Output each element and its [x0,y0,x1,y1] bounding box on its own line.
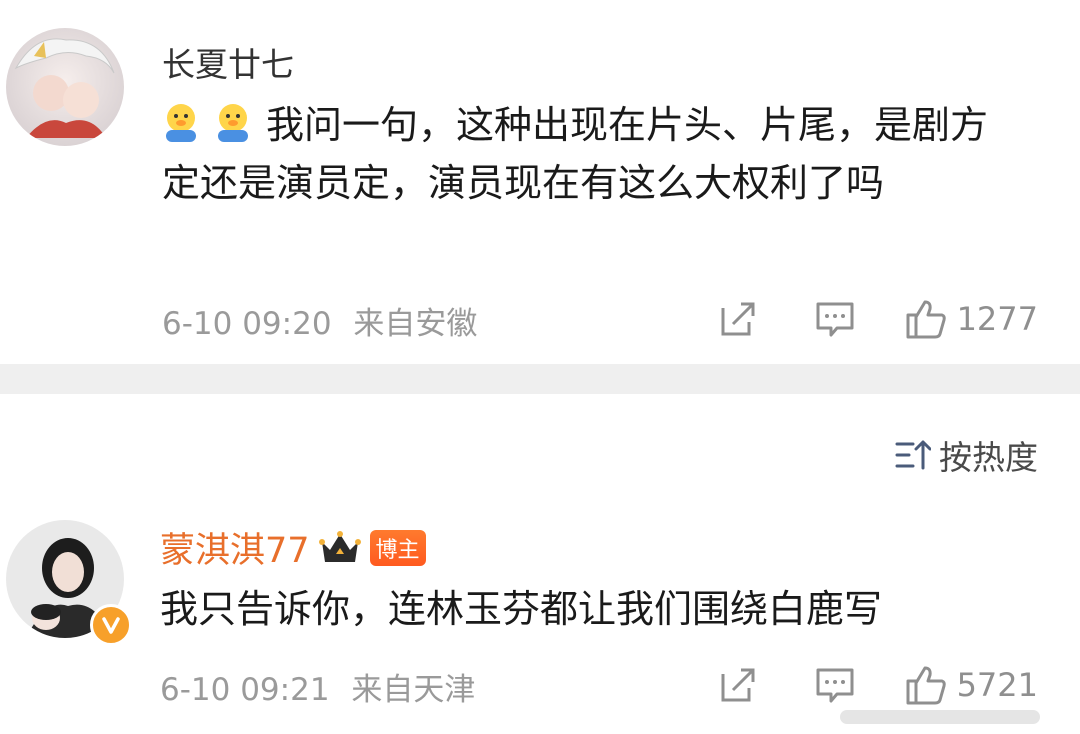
thumbs-up-icon [906,666,946,705]
sort-toggle[interactable]: 按热度 [895,430,1038,480]
comment-icon [816,668,854,703]
duck-emoji-icon [214,102,252,144]
comment-1: 长夏廿七 我问一句，这种出现在片头、片尾，是剧方定还是演员定，演员现在有这么大权… [0,0,1080,364]
username[interactable]: 蒙淇淇77 [160,522,310,573]
username[interactable]: 长夏廿七 [162,38,294,86]
comment-actions: 5721 [719,660,1038,710]
author-badge: 博主 [369,529,426,566]
comment-meta: 6-10 09:21 来自天津 [160,664,475,709]
crown-icon [318,530,361,562]
avatar[interactable] [6,28,124,146]
timestamp: 6-10 09:21 [160,672,330,708]
comment-icon [816,302,854,337]
comment-actions: 1277 [719,294,1038,344]
location: 来自天津 [351,672,476,708]
comment-meta: 6-10 09:20 来自安徽 [162,298,477,343]
horizontal-scrollbar[interactable] [840,710,1040,724]
reply-button[interactable] [815,300,855,338]
comment-text: 我只告诉你，连林玉芬都让我们围绕白鹿写 [160,587,883,631]
username-row: 蒙淇淇77 博主 [160,522,426,573]
section-divider [0,364,1080,394]
share-button[interactable] [719,300,757,338]
share-icon [721,302,755,336]
sort-label: 按热度 [939,438,1038,477]
thumbs-up-icon [906,300,946,339]
comment-text: 我问一句，这种出现在片头、片尾，是剧方定还是演员定，演员现在有这么大权利了吗 [162,96,1022,212]
share-button[interactable] [719,666,757,704]
comment-text-body: 我问一句，这种出现在片头、片尾，是剧方定还是演员定，演员现在有这么大权利了吗 [162,103,989,205]
duck-emoji-icon [162,102,200,144]
location: 来自安徽 [353,306,478,342]
sort-icon [895,440,931,470]
verified-badge-icon [90,604,132,646]
like-button[interactable]: 1277 [905,299,1038,339]
timestamp: 6-10 09:20 [162,306,332,342]
like-button[interactable]: 5721 [905,665,1038,705]
reply-button[interactable] [815,666,855,704]
share-icon [721,668,755,702]
like-count: 1277 [956,300,1038,338]
like-count: 5721 [956,666,1038,704]
